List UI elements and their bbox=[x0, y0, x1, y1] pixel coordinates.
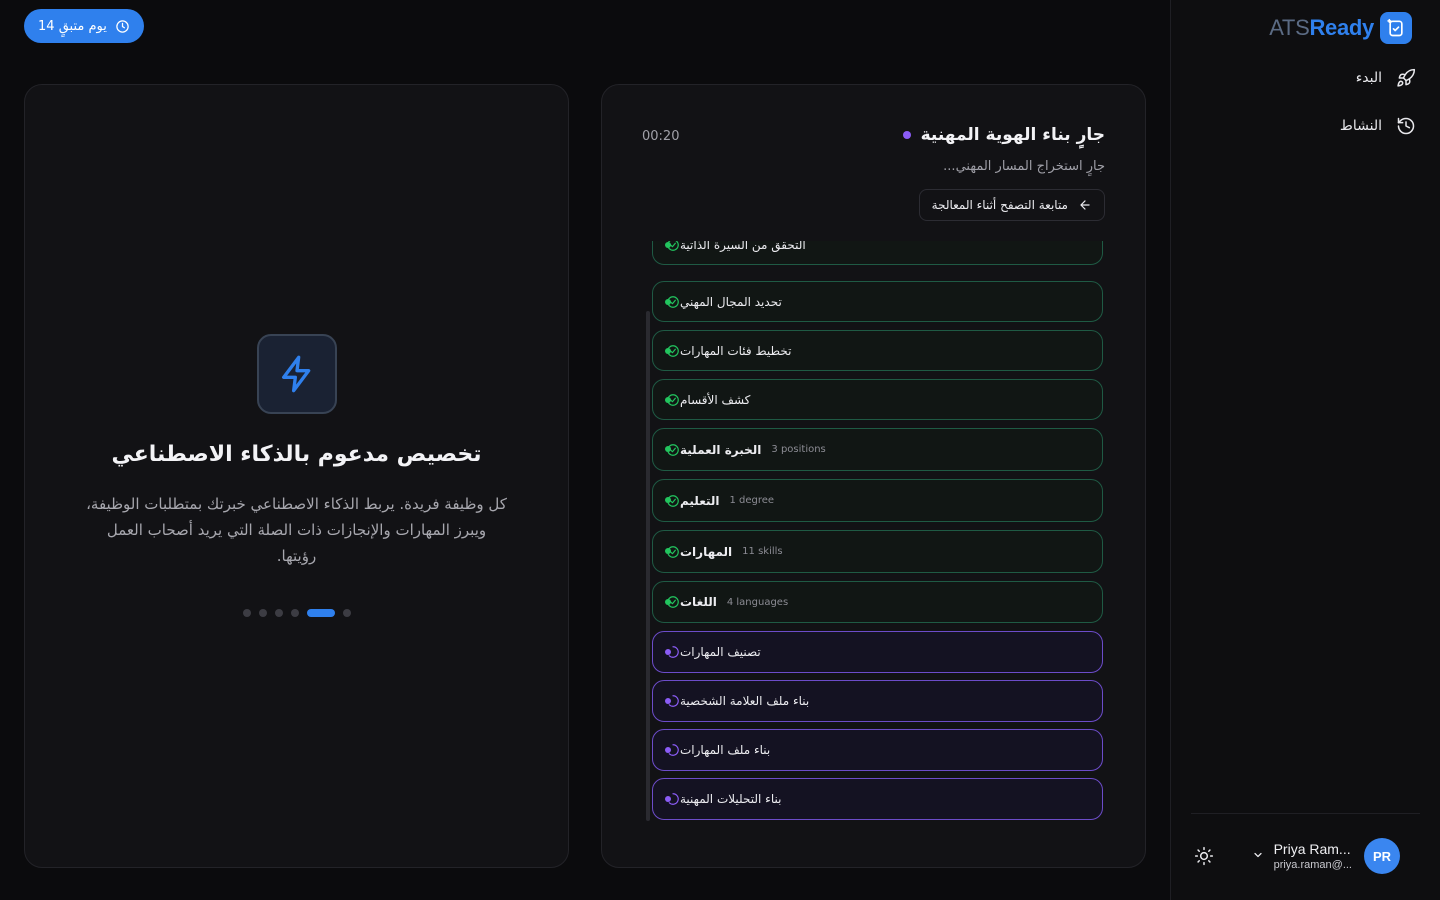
sun-icon bbox=[1194, 846, 1214, 866]
step-status-dot bbox=[665, 649, 671, 655]
lightning-icon bbox=[257, 334, 337, 414]
step-item: تحديد المجال المهني bbox=[652, 281, 1103, 322]
sidebar-item-start[interactable]: البدء bbox=[1190, 64, 1420, 92]
arrow-left-icon bbox=[1080, 200, 1090, 210]
sidebar-item-label: النشاط bbox=[1339, 118, 1382, 134]
step-meta: 11 skills bbox=[742, 546, 783, 557]
steps-list[interactable]: التحقق من السيرة الذاتية تحديد المجال الم… bbox=[642, 241, 1105, 821]
timer: 00:20 bbox=[642, 129, 680, 144]
step-item: بناء ملف المهارات bbox=[652, 729, 1103, 771]
feature-card: تخصيص مدعوم بالذكاء الاصطناعي كل وظيفة ف… bbox=[24, 84, 569, 868]
logo-text: ATSReady bbox=[1269, 15, 1374, 41]
step-label: بناء التحليلات المهنية bbox=[680, 792, 782, 806]
step-meta: 3 positions bbox=[771, 444, 826, 455]
feature-description: كل وظيفة فريدة. يربط الذكاء الاصطناعي خب… bbox=[86, 495, 507, 565]
clock-icon bbox=[116, 19, 129, 33]
step-item: التعليم 1 degree bbox=[652, 479, 1103, 522]
step-label: تخطيط فئات المهارات bbox=[680, 343, 792, 358]
step-status-dot bbox=[665, 397, 671, 403]
carousel-indicators bbox=[243, 609, 351, 617]
carousel-dot[interactable] bbox=[307, 609, 335, 617]
logo-text-part1: ATS bbox=[1269, 15, 1310, 40]
carousel-dot[interactable] bbox=[291, 609, 299, 617]
processing-header: جارٍ بناء الهوية المهنية bbox=[902, 125, 1105, 145]
step-status-dot bbox=[665, 796, 671, 802]
step-label: التحقق من السيرة الذاتية bbox=[680, 241, 806, 252]
scrollbar-track[interactable] bbox=[646, 311, 650, 821]
step-item: تخطيط فئات المهارات bbox=[652, 330, 1103, 371]
trial-label: 14 يوم متبقٍ bbox=[38, 18, 107, 34]
step-label: كشف الأقسام bbox=[680, 392, 751, 407]
step-item: بناء ملف العلامة الشخصية bbox=[652, 680, 1103, 722]
sidebar-item-label: البدء bbox=[1355, 70, 1382, 86]
step-item: الخبرة العملية 3 positions bbox=[652, 428, 1103, 471]
step-label: المهارات bbox=[680, 544, 733, 559]
trial-badge[interactable]: 14 يوم متبقٍ bbox=[24, 9, 144, 43]
logo[interactable]: ATSReady bbox=[1269, 12, 1412, 44]
step-status-dot bbox=[665, 497, 671, 503]
continue-browsing-button[interactable]: متابعة التصفح أثناء المعالجة bbox=[918, 189, 1105, 221]
logo-text-part2: Ready bbox=[1309, 15, 1374, 40]
processing-title: جارٍ بناء الهوية المهنية bbox=[920, 125, 1105, 145]
carousel-dot[interactable] bbox=[275, 609, 283, 617]
step-status-dot bbox=[665, 747, 671, 753]
step-item: اللغات 4 languages bbox=[652, 581, 1103, 623]
step-status-dot bbox=[665, 242, 671, 248]
step-item: كشف الأقسام bbox=[652, 379, 1103, 420]
step-status-dot bbox=[665, 548, 671, 554]
processing-subtitle: جارٍ استخراج المسار المهني... bbox=[943, 159, 1105, 174]
carousel-dot[interactable] bbox=[243, 609, 251, 617]
rocket-icon bbox=[1397, 68, 1416, 87]
sidebar-item-activity[interactable]: النشاط bbox=[1190, 112, 1420, 140]
step-meta: 4 languages bbox=[726, 596, 789, 608]
avatar[interactable]: PR bbox=[1364, 838, 1400, 874]
step-meta: 1 degree bbox=[729, 495, 775, 506]
logo-icon bbox=[1380, 12, 1412, 44]
step-label: التعليم bbox=[680, 493, 720, 508]
step-status-dot bbox=[665, 698, 671, 704]
user-email: priya.raman@... bbox=[1273, 859, 1352, 871]
step-status-dot bbox=[665, 299, 671, 305]
user-name: Priya Ram... bbox=[1273, 841, 1351, 857]
carousel-dot[interactable] bbox=[259, 609, 267, 617]
step-item: المهارات 11 skills bbox=[652, 530, 1103, 573]
step-label: اللغات bbox=[680, 595, 717, 609]
carousel-dot[interactable] bbox=[343, 609, 351, 617]
step-label: تحديد المجال المهني bbox=[680, 294, 782, 309]
step-status-dot bbox=[665, 599, 671, 605]
user-info: Priya Ram... priya.raman@... bbox=[1274, 841, 1352, 871]
step-item: بناء التحليلات المهنية bbox=[652, 778, 1103, 820]
sidebar: ATSReady البدء النشاط bbox=[1170, 0, 1440, 900]
step-status-dot bbox=[665, 446, 671, 452]
status-dot bbox=[902, 131, 911, 139]
sidebar-divider bbox=[1191, 813, 1420, 814]
history-icon bbox=[1397, 117, 1415, 135]
step-label: تصنيف المهارات bbox=[680, 645, 761, 659]
step-item: التحقق من السيرة الذاتية bbox=[652, 241, 1103, 265]
step-label: الخبرة العملية bbox=[680, 442, 762, 457]
user-menu[interactable]: PR Priya Ram... priya.raman@... bbox=[1274, 838, 1400, 874]
chevron-down-icon[interactable] bbox=[1252, 849, 1264, 861]
sidebar-nav: البدء النشاط bbox=[1190, 64, 1420, 160]
step-label: بناء ملف المهارات bbox=[680, 743, 771, 757]
step-label: بناء ملف العلامة الشخصية bbox=[680, 694, 810, 708]
processing-card: جارٍ بناء الهوية المهنية 00:20 جارٍ استخ… bbox=[601, 84, 1146, 868]
feature-title: تخصيص مدعوم بالذكاء الاصطناعي bbox=[111, 442, 482, 467]
step-status-dot bbox=[665, 348, 671, 354]
theme-toggle-button[interactable] bbox=[1192, 844, 1216, 868]
step-item: تصنيف المهارات bbox=[652, 631, 1103, 673]
continue-browsing-label: متابعة التصفح أثناء المعالجة bbox=[931, 198, 1068, 212]
